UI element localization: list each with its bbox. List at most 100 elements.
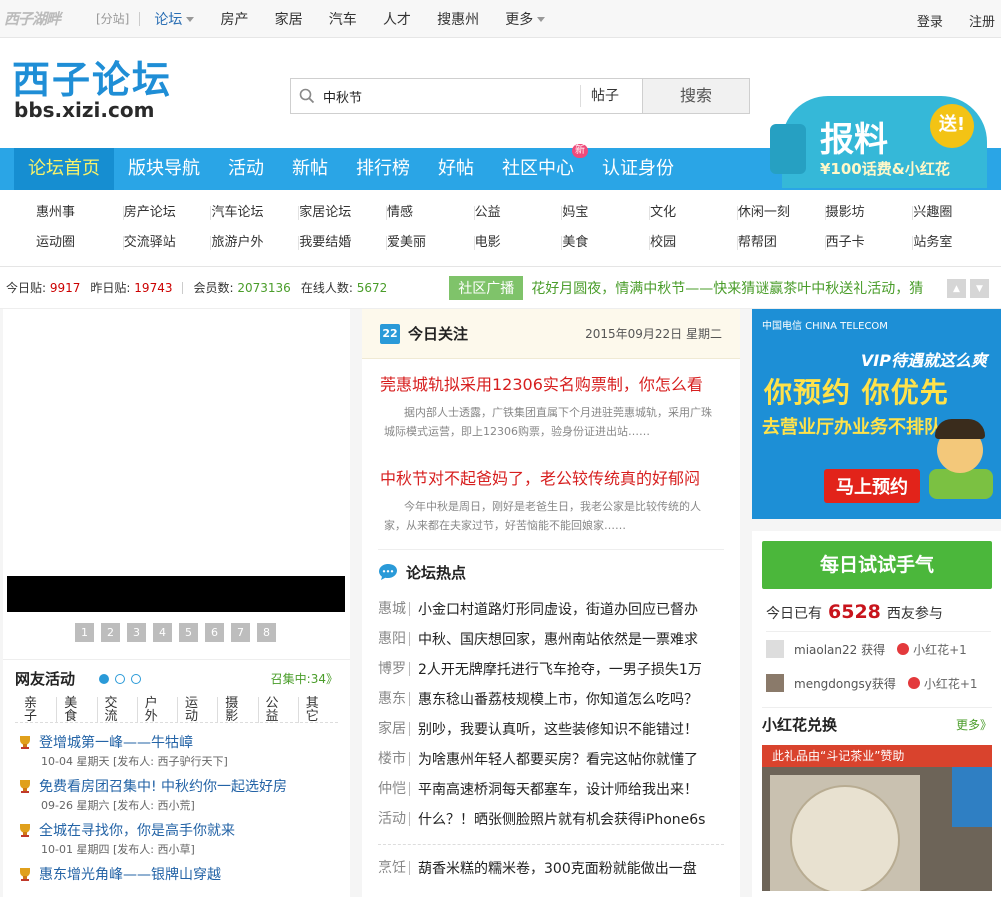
exchange-more-link[interactable]: 更多》: [956, 716, 992, 733]
lucky-draw-button[interactable]: 每日试试手气: [762, 541, 992, 589]
hot-link[interactable]: 什么？！晒张侧脸照片就有机会获得iPhone6s: [418, 809, 705, 829]
main-nav-home[interactable]: 论坛首页: [14, 148, 114, 190]
register-link[interactable]: 注册: [969, 15, 995, 30]
broadcast-text[interactable]: 花好月圆夜，情满中秋节——快来猜谜赢茶叶中秋送礼活动，猜: [531, 278, 923, 298]
main-nav-boards[interactable]: 版块导航: [114, 148, 214, 190]
slider-page[interactable]: 6: [205, 623, 224, 642]
login-link[interactable]: 登录: [917, 15, 943, 30]
activity-tag[interactable]: 美食: [57, 696, 98, 723]
pager-dot[interactable]: [131, 673, 142, 684]
top-nav-search-huizhou[interactable]: 搜惠州: [437, 12, 479, 28]
subnav-item[interactable]: 站务室: [913, 236, 1001, 250]
hot-link[interactable]: 平南高速桥洞每天都塞车，设计师给我出来！: [418, 779, 698, 799]
hot-link[interactable]: 葫香米糕的糯米卷，300克面粉就能做出一盘: [418, 858, 697, 878]
top-nav-home[interactable]: 家居: [275, 12, 303, 28]
gift-image[interactable]: 此礼品由“斗记茶业”赞助: [762, 745, 992, 891]
subnav-item[interactable]: 兴趣圈: [913, 206, 1001, 220]
news-headline[interactable]: 莞惠城轨拟采用12306实名购票制，你怎么看: [380, 371, 722, 395]
telecom-ad[interactable]: 中国电信 CHINA TELECOM VIP待遇就这么爽 你预约 你优先 去营业…: [752, 309, 1001, 519]
pager-dot[interactable]: [115, 673, 126, 684]
main-nav-good-posts[interactable]: 好帖: [424, 148, 488, 190]
winner-name[interactable]: miaolan22 获得: [794, 641, 885, 658]
subnav-item[interactable]: 妈宝: [562, 206, 651, 220]
search-type-select[interactable]: 帖子: [580, 85, 642, 107]
site-logo[interactable]: 西子论坛 bbs.xizi.com: [12, 60, 192, 130]
subnav-item[interactable]: 情感: [387, 206, 475, 220]
subnav-item[interactable]: 房产论坛: [124, 206, 212, 220]
ad-cta-button[interactable]: 马上预约: [824, 469, 920, 503]
subnav-item[interactable]: 摄影坊: [826, 206, 914, 220]
activity-more-link[interactable]: 召集中:34》: [271, 670, 338, 687]
activity-tag[interactable]: 摄影: [218, 696, 259, 723]
activity-tag[interactable]: 亲子: [17, 696, 58, 723]
avatar[interactable]: [766, 640, 784, 658]
slider-page[interactable]: 7: [231, 623, 250, 642]
activity-link[interactable]: 惠东增光角峰——银牌山穿越: [17, 863, 338, 885]
hot-link[interactable]: 惠东稔山番荔枝规模上市，你知道怎么吃吗？: [418, 689, 698, 709]
hot-link[interactable]: 为啥惠州年轻人都要买房？看完这帖你就懂了: [418, 749, 698, 769]
substation-link[interactable]: [分站]: [96, 10, 129, 27]
activity-link[interactable]: 免费看房团召集中! 中秋约你一起选好房: [17, 775, 338, 797]
hot-row[interactable]: 惠城 小金口村道路灯形同虚设，街道办回应已督办: [378, 594, 724, 624]
top-nav-more[interactable]: 更多: [505, 12, 546, 28]
subnav-item[interactable]: 惠州事: [36, 206, 124, 220]
report-ad-banner[interactable]: 报料 送! ¥100话费&小红花: [770, 96, 990, 188]
hot-link[interactable]: 2人开无牌摩托进行飞车抢夺，一男子损失1万: [418, 659, 702, 679]
subnav-item[interactable]: 公益: [475, 206, 563, 220]
subnav-item[interactable]: 我要结婚: [299, 236, 387, 250]
hot-row[interactable]: 楼市 为啥惠州年轻人都要买房？看完这帖你就懂了: [378, 744, 724, 774]
subnav-item[interactable]: 家居论坛: [299, 206, 387, 220]
slider-page[interactable]: 2: [101, 623, 120, 642]
winner-name[interactable]: mengdongsy获得: [794, 675, 896, 692]
slider-page[interactable]: 4: [153, 623, 172, 642]
activity-tag[interactable]: 公益: [259, 696, 299, 723]
top-nav-forum[interactable]: 论坛: [154, 12, 195, 28]
slider-page[interactable]: 5: [179, 623, 198, 642]
subnav-item[interactable]: 美食: [562, 236, 651, 250]
activity-tag[interactable]: 运动: [178, 696, 219, 723]
top-nav-jobs[interactable]: 人才: [383, 12, 411, 28]
subnav-item[interactable]: 运动圈: [36, 236, 124, 250]
hot-link[interactable]: 小金口村道路灯形同虚设，街道办回应已督办: [418, 599, 698, 619]
top-nav-car[interactable]: 汽车: [329, 12, 357, 28]
hot-row[interactable]: 惠阳 中秋、国庆想回家，惠州南站依然是一票难求: [378, 624, 724, 654]
search-button[interactable]: 搜索: [642, 78, 750, 114]
activity-link[interactable]: 登增城第一峰——牛牯嶂: [17, 731, 338, 753]
hot-link[interactable]: 中秋、国庆想回家，惠州南站依然是一票难求: [418, 629, 698, 649]
hot-row[interactable]: 家居 别吵，我要认真听，这些装修知识不能错过！: [378, 714, 724, 744]
subnav-item[interactable]: 帮帮团: [738, 236, 826, 250]
arrow-down-icon[interactable]: ▼: [970, 279, 989, 298]
slider-page[interactable]: 3: [127, 623, 146, 642]
subnav-item[interactable]: 交流驿站: [124, 236, 212, 250]
arrow-up-icon[interactable]: ▲: [947, 279, 966, 298]
search-input[interactable]: 中秋节 帖子: [290, 78, 642, 114]
subnav-item[interactable]: 西子卡: [826, 236, 914, 250]
main-nav-verify[interactable]: 认证身份: [588, 148, 688, 190]
subnav-item[interactable]: 汽车论坛: [211, 206, 300, 220]
activity-link[interactable]: 全城在寻找你，你是高手你就来: [17, 819, 338, 841]
activity-tag[interactable]: 交流: [98, 696, 138, 723]
main-nav-rankings[interactable]: 排行榜: [342, 148, 424, 190]
subnav-item[interactable]: 休闲一刻: [738, 206, 826, 220]
subnav-item[interactable]: 爱美丽: [387, 236, 475, 250]
top-nav-house[interactable]: 房产: [221, 12, 249, 28]
slider-page[interactable]: 1: [75, 623, 94, 642]
hot-row[interactable]: 博罗 2人开无牌摩托进行飞车抢夺，一男子损失1万: [378, 654, 724, 684]
hot-link[interactable]: 别吵，我要认真听，这些装修知识不能错过！: [418, 719, 698, 739]
main-nav-community[interactable]: 社区中心新: [488, 144, 588, 190]
avatar[interactable]: [766, 674, 784, 692]
mini-logo[interactable]: 西子湖畔: [4, 8, 96, 29]
hot-row[interactable]: 活动 什么？！晒张侧脸照片就有机会获得iPhone6s: [378, 804, 724, 834]
subnav-item[interactable]: 文化: [650, 206, 738, 220]
activity-tag[interactable]: 户外: [138, 696, 178, 723]
activity-tag[interactable]: 其它: [299, 697, 338, 723]
subnav-item[interactable]: 校园: [650, 236, 738, 250]
slider-page[interactable]: 8: [257, 623, 276, 642]
subnav-item[interactable]: 电影: [475, 236, 563, 250]
news-headline[interactable]: 中秋节对不起爸妈了，老公较传统真的好郁闷: [380, 465, 722, 489]
hot-row[interactable]: 烹饪 葫香米糕的糯米卷，300克面粉就能做出一盘: [378, 853, 724, 883]
hot-row[interactable]: 惠东 惠东稔山番荔枝规模上市，你知道怎么吃吗？: [378, 684, 724, 714]
subnav-item[interactable]: 旅游户外: [211, 236, 300, 250]
main-nav-events[interactable]: 活动: [214, 148, 278, 190]
hot-row[interactable]: 仲恺 平南高速桥洞每天都塞车，设计师给我出来！: [378, 774, 724, 804]
